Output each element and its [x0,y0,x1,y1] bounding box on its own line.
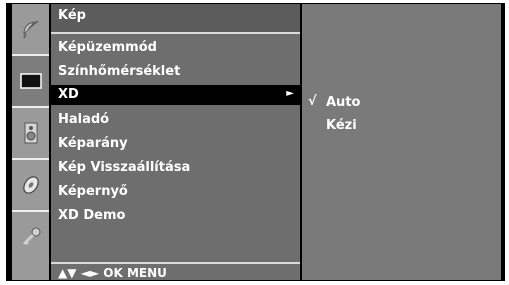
menu-item-label: Képarány [58,136,128,151]
menu-item-label: XD Demo [58,208,126,223]
menu-item-label: Haladó [58,112,110,127]
menu-item-label: Kép Visszaállítása [58,160,191,175]
category-sidebar [12,4,49,280]
picture-menu: Kép Képüzemmód Színhőmérséklet XD ► Hala… [51,4,300,280]
submenu-option-auto[interactable]: Auto [326,95,360,110]
menu-title: Kép [58,8,86,23]
check-mark-icon: √ [308,94,317,109]
menu-item-kepuzemmod[interactable]: Képüzemmód [51,38,300,58]
menu-title-bar: Kép [51,4,300,32]
submenu-option-kezi[interactable]: Kézi [326,118,357,133]
nav-hint: ▲▼ ◄► OK MENU [58,266,167,280]
menu-item-szinhomerseklet[interactable]: Színhőmérséklet [51,62,300,82]
speaker-icon[interactable] [12,108,49,158]
menu-item-kepernyo[interactable]: Képernyő [51,182,300,202]
submenu-arrow-icon: ► [286,88,294,99]
disc-icon[interactable] [12,160,49,210]
picture-icon[interactable] [12,56,49,106]
xd-submenu: √ Auto Kézi [302,4,501,280]
satellite-dish-icon[interactable] [12,4,49,54]
nav-divider [51,262,300,264]
menu-item-xd[interactable]: XD ► [51,85,300,105]
menu-item-halado[interactable]: Haladó [51,110,300,130]
menu-item-label: Képüzemmód [58,40,157,55]
menu-item-label: XD [58,87,79,102]
menu-item-xd-demo[interactable]: XD Demo [51,206,300,226]
menu-item-keparany[interactable]: Képarány [51,134,300,154]
menu-item-kep-visszaallitasa[interactable]: Kép Visszaállítása [51,158,300,178]
key-icon[interactable] [12,212,49,262]
menu-item-label: Képernyő [58,184,128,199]
menu-divider [51,32,300,34]
menu-item-label: Színhőmérséklet [58,64,181,79]
